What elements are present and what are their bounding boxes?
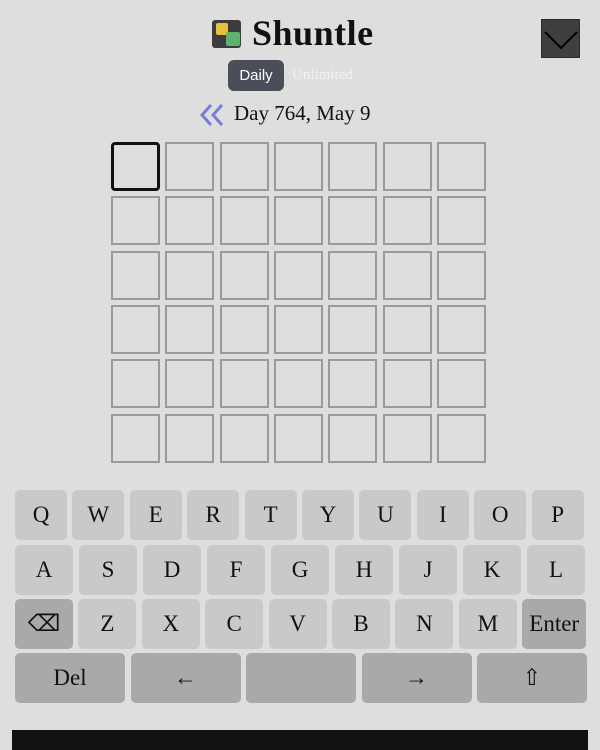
board-cell[interactable] (274, 414, 323, 463)
menu-button[interactable] (541, 19, 580, 58)
board-cell[interactable] (165, 305, 214, 354)
board-cell[interactable] (437, 196, 486, 245)
tab-unlimited[interactable]: Unlimited (292, 60, 353, 91)
board-cell[interactable] (383, 359, 432, 408)
key-t[interactable]: T (244, 490, 297, 540)
double-chevron-left-icon[interactable] (200, 104, 226, 126)
key-z[interactable]: Z (78, 599, 137, 649)
tab-daily[interactable]: Daily (228, 60, 284, 91)
key-y[interactable]: Y (302, 490, 354, 540)
key-i[interactable]: I (416, 490, 469, 540)
key-l[interactable]: L (527, 545, 585, 595)
enter-key[interactable]: Enter (522, 599, 587, 649)
board-cell[interactable] (220, 414, 269, 463)
board-cell[interactable] (165, 251, 214, 300)
board-cell[interactable] (274, 196, 323, 245)
board-cell[interactable] (437, 142, 486, 191)
key-a[interactable]: A (15, 545, 73, 595)
key-o[interactable]: O (474, 490, 527, 540)
board-cell[interactable] (111, 305, 160, 354)
board-cell[interactable] (111, 142, 160, 191)
board-cell[interactable] (383, 196, 432, 245)
board-cell[interactable] (111, 196, 160, 245)
board-cell[interactable] (328, 414, 377, 463)
key-u[interactable]: U (359, 490, 412, 540)
key-b[interactable]: B (332, 599, 390, 649)
board-cell[interactable] (383, 305, 432, 354)
key-v[interactable]: V (268, 599, 327, 649)
key-p[interactable]: P (531, 490, 584, 540)
board-cell[interactable] (328, 142, 377, 191)
key-n[interactable]: N (395, 599, 454, 649)
keyboard-row-2: ASDFGHJKL (0, 545, 600, 595)
key-m[interactable]: M (458, 599, 517, 649)
keyboard-row-3: ⌫ Z X C V B N M Enter (0, 599, 600, 649)
board-cell[interactable] (274, 142, 323, 191)
board-cell[interactable] (328, 359, 377, 408)
shift-key[interactable]: ⇧ (477, 653, 587, 703)
board-cell[interactable] (383, 251, 432, 300)
day-label: Day 764, May 9 (234, 101, 371, 125)
key-w[interactable]: W (72, 490, 125, 540)
keyboard-row-1: QWERTYUIOP (0, 490, 600, 540)
board-cell[interactable] (220, 305, 269, 354)
key-g[interactable]: G (271, 545, 329, 595)
board-cell[interactable] (328, 251, 377, 300)
board-cell[interactable] (165, 196, 214, 245)
board-cell[interactable] (383, 414, 432, 463)
arrow-left-key[interactable]: ← (130, 653, 241, 703)
key-j[interactable]: J (399, 545, 457, 595)
key-f[interactable]: F (207, 545, 265, 595)
board-cell[interactable] (220, 359, 269, 408)
board-cell[interactable] (328, 305, 377, 354)
chevron-down-icon (544, 31, 578, 50)
key-q[interactable]: Q (15, 490, 67, 540)
day-navigation: Day 764, May 9 (0, 100, 600, 130)
board-cell[interactable] (111, 251, 160, 300)
board-cell[interactable] (111, 359, 160, 408)
arrow-right-key[interactable]: → (361, 653, 472, 703)
key-d[interactable]: D (143, 545, 201, 595)
board-cell[interactable] (220, 251, 269, 300)
board-cell[interactable] (165, 142, 214, 191)
space-key[interactable] (246, 653, 356, 703)
key-x[interactable]: X (141, 599, 200, 649)
key-h[interactable]: H (335, 545, 393, 595)
backspace-key[interactable]: ⌫ (15, 599, 73, 649)
board-cell[interactable] (274, 305, 323, 354)
board-cell[interactable] (220, 196, 269, 245)
key-s[interactable]: S (79, 545, 137, 595)
app-title: Shuntle (252, 13, 374, 53)
delete-key[interactable]: Del (15, 653, 125, 703)
board-cell[interactable] (328, 196, 377, 245)
board-cell[interactable] (437, 414, 486, 463)
key-k[interactable]: K (463, 545, 521, 595)
board-cell[interactable] (274, 251, 323, 300)
key-e[interactable]: E (129, 490, 182, 540)
board-cell[interactable] (383, 142, 432, 191)
board-cell[interactable] (165, 359, 214, 408)
board-cell[interactable] (274, 359, 323, 408)
board-cell[interactable] (437, 251, 486, 300)
board-cell[interactable] (111, 414, 160, 463)
header: Shuntle (0, 13, 600, 58)
board-cell[interactable] (165, 414, 214, 463)
board-cell[interactable] (437, 359, 486, 408)
board-cell[interactable] (437, 305, 486, 354)
key-c[interactable]: C (205, 599, 264, 649)
keyboard-row-4: Del ← → ⇧ (0, 653, 600, 703)
board-cell[interactable] (220, 142, 269, 191)
bottom-bar (12, 730, 588, 750)
game-logo-icon (212, 20, 242, 50)
key-r[interactable]: R (187, 490, 240, 540)
